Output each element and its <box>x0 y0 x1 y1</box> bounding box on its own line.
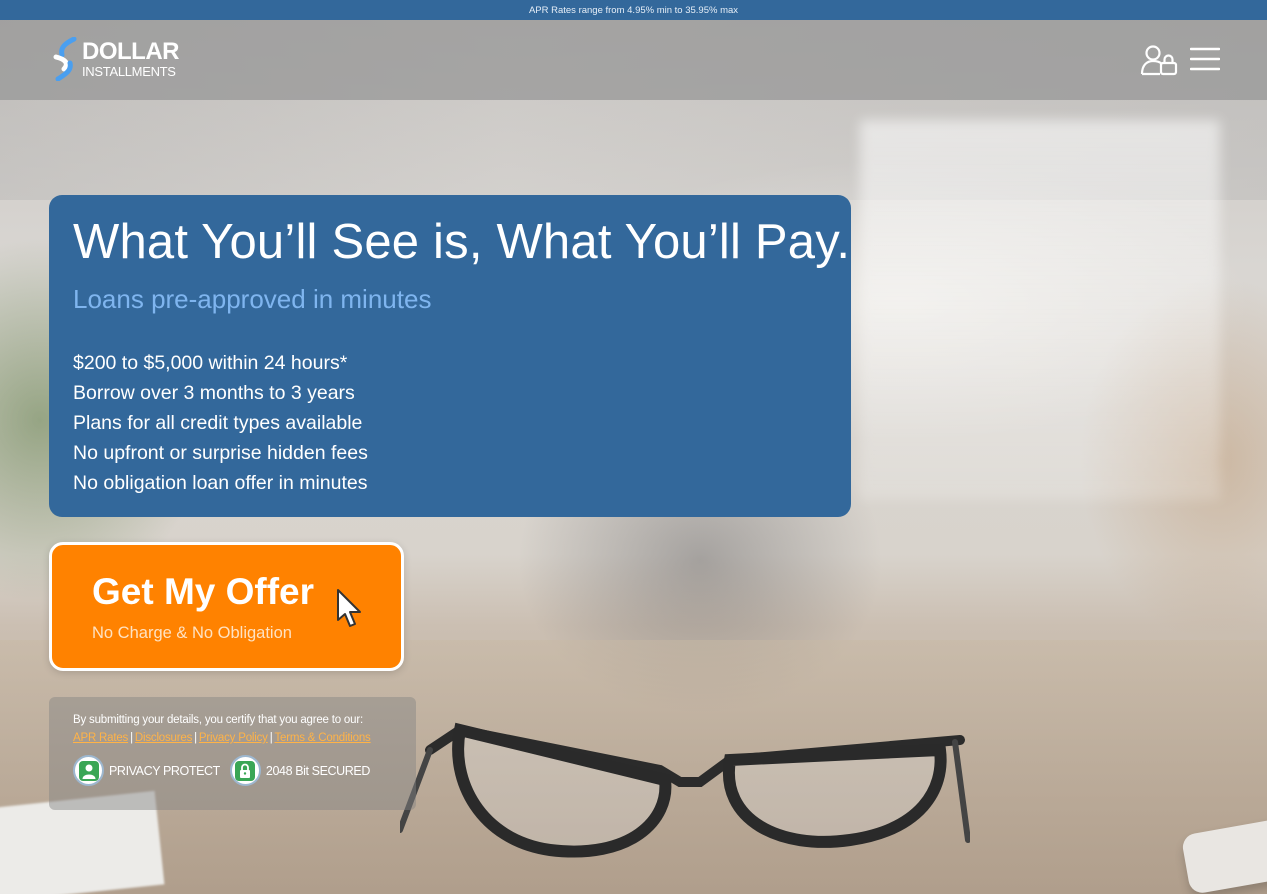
feature-item: $200 to $5,000 within 24 hours* <box>73 352 348 374</box>
security-badges: PRIVACY PROTECT 2048 Bit SECURED <box>73 755 392 786</box>
dollar-installments-logo[interactable]: DOLLAR INSTALLMENTS <box>52 36 179 82</box>
hamburger-menu-icon[interactable] <box>1189 46 1221 72</box>
hero-title: What You’ll See is, What You’ll Pay. <box>73 215 851 269</box>
privacy-protect-badge: PRIVACY PROTECT <box>73 755 220 786</box>
apr-rates-banner: APR Rates range from 4.95% min to 35.95%… <box>0 0 1267 20</box>
terms-conditions-link[interactable]: Terms & Conditions <box>275 732 371 744</box>
apr-rates-text: APR Rates range from 4.95% min to 35.95%… <box>528 4 739 16</box>
secured-label: 2048 Bit SECURED <box>265 763 370 778</box>
person-icon <box>73 755 104 786</box>
consent-box: By submitting your details, you certify … <box>49 697 416 810</box>
pointer-cursor-icon <box>337 589 361 627</box>
consent-text: By submitting your details, you certify … <box>73 714 363 726</box>
feature-item: Borrow over 3 months to 3 years <box>73 382 355 404</box>
logo-mark-icon <box>52 36 80 82</box>
privacy-protect-label: PRIVACY PROTECT <box>109 763 220 778</box>
feature-item: No obligation loan offer in minutes <box>73 472 368 494</box>
hero-card: What You’ll See is, What You’ll Pay. Loa… <box>49 195 851 517</box>
cta-title: Get My Offer <box>92 571 315 612</box>
feature-item: Plans for all credit types available <box>73 412 363 434</box>
link-separator: | <box>269 732 273 744</box>
logo-installments-text: INSTALLMENTS <box>82 64 176 79</box>
cta-subtitle: No Charge & No Obligation <box>92 624 292 642</box>
privacy-policy-link[interactable]: Privacy Policy <box>199 732 268 744</box>
user-lock-icon[interactable] <box>1140 44 1178 76</box>
link-separator: | <box>194 732 197 744</box>
padlock-icon <box>229 755 261 786</box>
apr-rates-link[interactable]: APR Rates <box>73 732 128 744</box>
consent-links: APR Rates | Disclosures | Privacy Policy | Ter… <box>73 732 392 744</box>
eyeglasses-image <box>400 722 970 858</box>
site-header: DOLLAR INSTALLMENTS <box>0 20 1267 100</box>
feature-list: $200 to $5,000 within 24 hours* Borrow o… <box>73 348 827 498</box>
link-separator: | <box>130 732 133 744</box>
disclosures-link[interactable]: Disclosures <box>135 732 192 744</box>
feature-item: No upfront or surprise hidden fees <box>73 442 368 464</box>
hero-subtitle: Loans pre-approved in minutes <box>73 284 432 314</box>
secured-badge: 2048 Bit SECURED <box>229 755 370 786</box>
logo-dollar-text: DOLLAR <box>82 38 179 65</box>
get-my-offer-button[interactable]: Get My Offer No Charge & No Obligation <box>49 542 404 671</box>
